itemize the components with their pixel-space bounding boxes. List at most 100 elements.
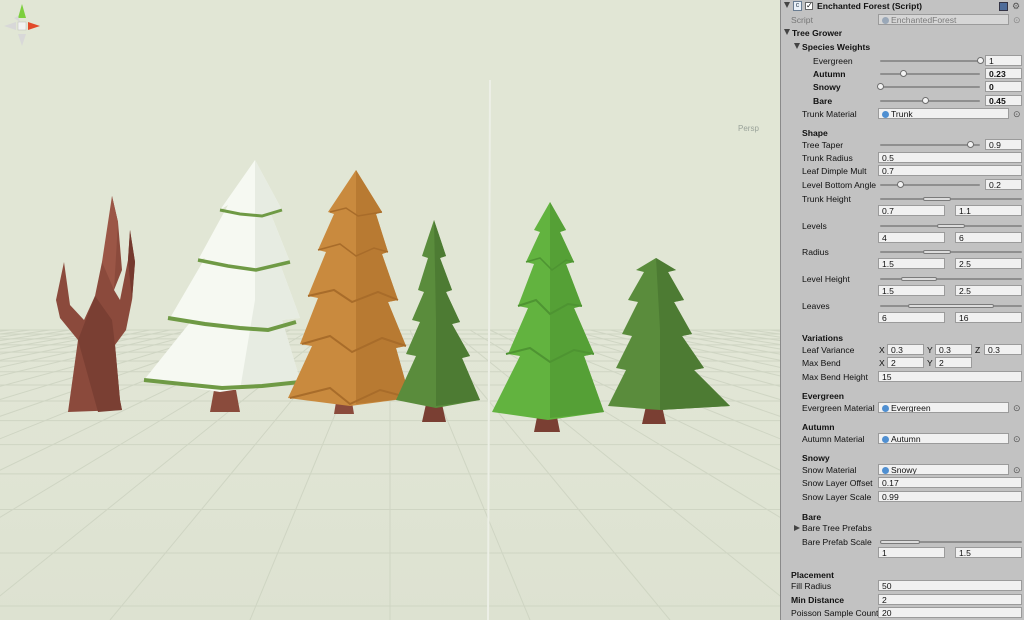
material-icon <box>882 467 889 474</box>
bare-prefab-scale-max-field[interactable]: 1.5 <box>955 547 1022 558</box>
autumn-slider-knob[interactable] <box>899 70 907 77</box>
slider-track[interactable] <box>880 60 980 62</box>
bare-prefabs-foldout[interactable]: Bare Tree Prefabs <box>781 522 1024 535</box>
max-bend-row: Max Bend X 2 Y 2 <box>781 357 1024 370</box>
min-distance-field[interactable]: 2 <box>878 594 1022 605</box>
material-icon <box>882 111 889 118</box>
component-header[interactable]: c ✓ Enchanted Forest (Script) ⚙ <box>781 0 1024 13</box>
level-height-fields-row: 1.5 2.5 <box>781 285 1024 298</box>
book-icon[interactable] <box>999 2 1008 11</box>
scene-viewport[interactable]: Persp <box>0 0 780 620</box>
trunk-material-row: Trunk Material Trunk ⊙ <box>802 108 1021 120</box>
material-icon <box>882 436 889 443</box>
script-icon: c <box>793 1 802 11</box>
leaves-min-field[interactable]: 6 <box>878 312 945 323</box>
slider-track[interactable] <box>880 100 980 102</box>
bare-prefab-scale-min-field[interactable]: 1 <box>878 547 945 558</box>
evergreen-weight-field[interactable]: 1 <box>985 55 1022 66</box>
level-height-max-field[interactable]: 2.5 <box>955 285 1022 296</box>
tree-grower-foldout[interactable]: Tree Grower <box>781 27 1024 40</box>
slider-track[interactable] <box>880 198 1022 200</box>
level-bottom-angle-field[interactable]: 0.2 <box>985 179 1022 190</box>
trunk-height-fields-row: 0.7 1.1 <box>781 205 1024 218</box>
foldout-arrow-icon[interactable] <box>794 525 800 531</box>
poisson-sample-count-row: Poisson Sample Count 20 <box>781 607 1024 620</box>
snow-material-field[interactable]: Snowy <box>878 464 1009 475</box>
levels-max-field[interactable]: 6 <box>955 232 1022 243</box>
bare-slider-knob[interactable] <box>921 97 929 104</box>
autumn-weight-field[interactable]: 0.23 <box>985 68 1022 79</box>
slider-track[interactable] <box>880 73 980 75</box>
foldout-arrow-icon[interactable] <box>794 43 800 49</box>
leaves-fields-row: 6 16 <box>781 312 1024 325</box>
radius-fields-row: 1.5 2.5 <box>781 258 1024 271</box>
leaf-dimple-row: Leaf Dimple Mult 0.7 <box>781 165 1024 178</box>
bare-prefab-scale-range-handle[interactable] <box>880 540 920 544</box>
autumn-weight-row: Autumn 0.23 <box>781 68 1024 81</box>
object-picker-icon[interactable]: ⊙ <box>1013 403 1021 414</box>
level-bottom-angle-row: Level Bottom Angle 0.2 <box>781 179 1024 192</box>
slider-track[interactable] <box>880 86 980 88</box>
leaves-range-handle[interactable] <box>908 304 994 308</box>
script-field: EnchantedForest <box>878 14 1009 25</box>
level-height-range-handle[interactable] <box>901 277 937 281</box>
max-bend-y-field[interactable]: 2 <box>935 357 972 368</box>
scene-canvas <box>0 0 780 620</box>
trunk-material-field[interactable]: Trunk <box>878 108 1009 119</box>
radius-range-handle[interactable] <box>922 250 951 254</box>
max-bend-x-field[interactable]: 2 <box>887 357 924 368</box>
snow-layer-offset-row: Snow Layer Offset 0.17 <box>781 477 1024 490</box>
gear-icon[interactable]: ⚙ <box>1012 1 1020 12</box>
min-distance-row: Min Distance 2 <box>781 594 1024 607</box>
slider-track[interactable] <box>880 144 980 146</box>
leaf-variance-z-field[interactable]: 0.3 <box>984 344 1022 355</box>
inspector-panel: c ✓ Enchanted Forest (Script) ⚙ Script E… <box>780 0 1024 620</box>
leaf-variance-row: Leaf Variance X 0.3 Y 0.3 Z 0.3 <box>781 344 1024 357</box>
tree-taper-field[interactable]: 0.9 <box>985 139 1022 150</box>
radius-max-field[interactable]: 2.5 <box>955 258 1022 269</box>
fill-radius-field[interactable]: 50 <box>878 580 1022 591</box>
object-picker-icon[interactable]: ⊙ <box>1013 15 1021 26</box>
gizmo-label: Persp <box>738 124 759 133</box>
trunk-height-range-handle[interactable] <box>922 197 951 201</box>
evergreen-material-field[interactable]: Evergreen <box>878 402 1009 413</box>
trunk-height-max-field[interactable]: 1.1 <box>955 205 1022 216</box>
foldout-arrow-icon[interactable] <box>784 29 790 35</box>
species-weights-foldout[interactable]: Species Weights <box>781 41 1024 54</box>
snowy-weight-field[interactable]: 0 <box>985 81 1022 92</box>
trunk-height-min-field[interactable]: 0.7 <box>878 205 945 216</box>
levels-min-field[interactable]: 4 <box>878 232 945 243</box>
snow-layer-offset-field[interactable]: 0.17 <box>878 477 1022 488</box>
snowy-weight-row: Snowy 0 <box>781 81 1024 94</box>
object-picker-icon[interactable]: ⊙ <box>1013 434 1021 445</box>
bare-prefab-scale-fields-row: 1 1.5 <box>781 547 1024 560</box>
leaf-dimple-field[interactable]: 0.7 <box>878 165 1022 176</box>
snowy-slider-knob[interactable] <box>876 83 884 90</box>
tree-taper-slider-knob[interactable] <box>966 141 974 148</box>
evergreen-slider-knob[interactable] <box>976 57 984 64</box>
slider-track[interactable] <box>880 251 1022 253</box>
tree-taper-row: Tree Taper 0.9 <box>781 139 1024 152</box>
script-asset-icon <box>882 17 889 24</box>
foldout-arrow-icon[interactable] <box>784 2 790 8</box>
leaves-max-field[interactable]: 16 <box>955 312 1022 323</box>
levels-fields-row: 4 6 <box>781 232 1024 245</box>
object-picker-icon[interactable]: ⊙ <box>1013 109 1021 120</box>
leaf-variance-x-field[interactable]: 0.3 <box>887 344 924 355</box>
poisson-sample-count-field[interactable]: 20 <box>878 607 1022 618</box>
level-height-min-field[interactable]: 1.5 <box>878 285 945 296</box>
max-bend-height-field[interactable]: 15 <box>878 371 1022 382</box>
object-picker-icon[interactable]: ⊙ <box>1013 465 1021 476</box>
leaf-variance-y-field[interactable]: 0.3 <box>935 344 972 355</box>
level-bottom-angle-knob[interactable] <box>896 181 904 188</box>
snow-layer-scale-field[interactable]: 0.99 <box>878 491 1022 502</box>
radius-min-field[interactable]: 1.5 <box>878 258 945 269</box>
trunk-radius-field[interactable]: 0.5 <box>878 152 1022 163</box>
levels-range-handle[interactable] <box>936 224 966 228</box>
slider-track[interactable] <box>880 184 980 186</box>
orientation-gizmo[interactable] <box>0 0 44 54</box>
autumn-material-field[interactable]: Autumn <box>878 433 1009 444</box>
bare-weight-field[interactable]: 0.45 <box>985 95 1022 106</box>
material-icon <box>882 405 889 412</box>
component-enabled-checkbox[interactable]: ✓ <box>805 2 813 10</box>
